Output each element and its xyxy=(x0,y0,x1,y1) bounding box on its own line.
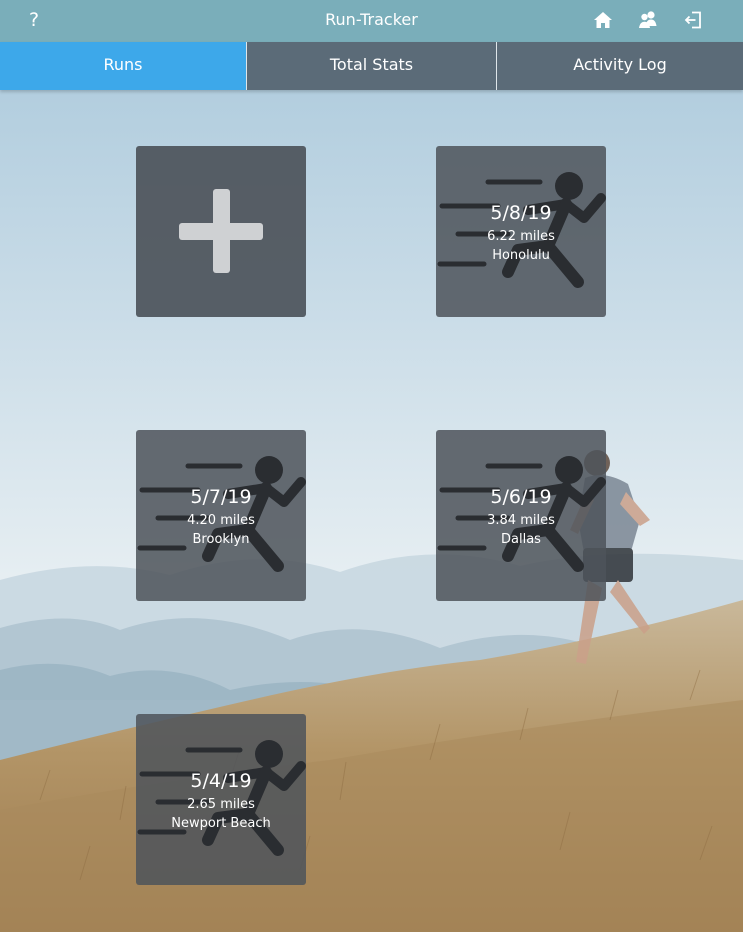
app-header: ? Run-Tracker xyxy=(0,0,743,42)
plus-icon xyxy=(213,189,230,273)
run-location: Dallas xyxy=(501,532,541,547)
run-date: 5/8/19 xyxy=(490,202,552,224)
run-location: Newport Beach xyxy=(171,816,271,831)
app-title: Run-Tracker xyxy=(325,10,418,29)
run-distance: 2.65 miles xyxy=(187,797,255,812)
run-distance: 4.20 miles xyxy=(187,513,255,528)
run-location: Brooklyn xyxy=(192,532,250,547)
run-location: Honolulu xyxy=(492,248,550,263)
run-date: 5/7/19 xyxy=(190,486,252,508)
logout-icon[interactable] xyxy=(682,9,704,31)
run-distance: 6.22 miles xyxy=(487,229,555,244)
background-photo xyxy=(0,0,743,932)
friends-icon[interactable] xyxy=(637,9,659,31)
run-date: 5/6/19 xyxy=(490,486,552,508)
run-card[interactable]: 5/8/19 6.22 miles Honolulu xyxy=(436,146,606,317)
run-card[interactable]: 5/6/19 3.84 miles Dallas xyxy=(436,430,606,601)
run-distance: 3.84 miles xyxy=(487,513,555,528)
run-card[interactable]: 5/4/19 2.65 miles Newport Beach xyxy=(136,714,306,885)
tab-bar: Runs Total Stats Activity Log xyxy=(0,42,743,90)
run-card[interactable]: 5/7/19 4.20 miles Brooklyn xyxy=(136,430,306,601)
run-date: 5/4/19 xyxy=(190,770,252,792)
add-run-button[interactable] xyxy=(136,146,306,317)
home-icon[interactable] xyxy=(592,9,614,31)
tab-total-stats[interactable]: Total Stats xyxy=(247,42,496,90)
tab-activity-log[interactable]: Activity Log xyxy=(497,42,743,90)
tab-runs[interactable]: Runs xyxy=(0,42,246,90)
